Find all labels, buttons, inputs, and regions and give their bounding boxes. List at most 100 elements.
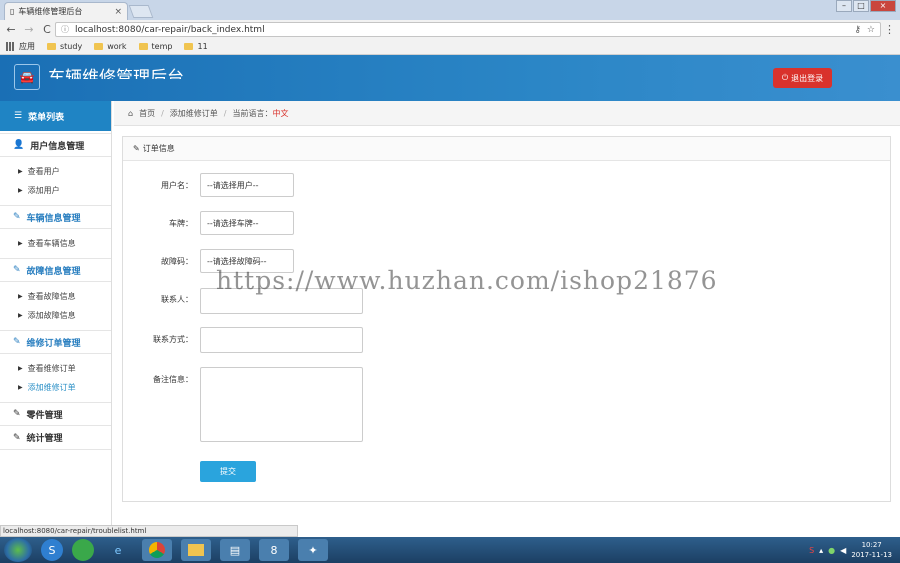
bookmark-apps[interactable]: 应用	[6, 41, 35, 52]
close-icon[interactable]: ×	[114, 7, 122, 17]
sidebar-item-view-orders[interactable]: ▶ 查看维修订单	[0, 359, 111, 378]
url-text: localhost:8080/car-repair/back_index.htm…	[75, 24, 265, 35]
plate-select[interactable]: --请选择车牌--	[200, 211, 294, 235]
maximize-icon[interactable]: □	[853, 0, 869, 12]
username-label: 用户名：	[161, 181, 193, 190]
page-icon: ▯	[10, 7, 15, 16]
input-method-icon[interactable]: S	[809, 546, 814, 555]
key-icon[interactable]: ⚷	[854, 25, 861, 35]
system-tray: S ▴ ● ◀ 10:27 2017-11-13	[809, 540, 900, 560]
edit-icon: ✎	[13, 212, 21, 222]
edit-icon: ✎	[133, 144, 140, 153]
edit-icon: ✎	[13, 409, 21, 419]
note-label: 备注信息：	[153, 375, 193, 384]
username-select[interactable]: --请选择用户--	[200, 173, 294, 197]
network-icon[interactable]: ✦	[298, 539, 328, 561]
info-icon[interactable]: ⓘ	[61, 24, 69, 35]
wechat-icon[interactable]: ●	[828, 546, 835, 555]
home-icon: ⌂	[128, 108, 134, 118]
speaker-icon[interactable]: ◀	[840, 546, 846, 555]
chrome-icon[interactable]	[142, 539, 172, 561]
sidebar-group-users[interactable]: 👤 用户信息管理	[0, 133, 111, 157]
contact-label: 联系人：	[161, 295, 193, 304]
car-icon: 🚘	[14, 64, 40, 90]
phone-input[interactable]	[200, 327, 363, 353]
browser-tab-bar: ▯ 车辆维修管理后台 × – □ ×	[0, 0, 900, 20]
bookmark-11[interactable]: 11	[184, 42, 208, 51]
folder-icon	[138, 43, 148, 50]
minimize-icon[interactable]: –	[836, 0, 852, 12]
sidebar-item-view-vehicles[interactable]: ▶ 查看车辆信息	[0, 234, 111, 253]
caret-right-icon: ▶	[18, 384, 23, 391]
caret-right-icon: ▶	[18, 240, 23, 247]
breadcrumb-home[interactable]: 首页	[139, 108, 155, 119]
caret-right-icon: ▶	[18, 187, 23, 194]
window-close-icon[interactable]: ×	[870, 0, 896, 12]
list-icon: ☰	[14, 111, 23, 121]
menu-icon[interactable]: ⋮	[884, 23, 895, 36]
folder-icon	[47, 43, 56, 50]
plate-label: 车牌：	[169, 219, 193, 228]
explorer-icon[interactable]	[181, 539, 211, 561]
sidebar-group-vehicles[interactable]: ✎ 车辆信息管理	[0, 205, 111, 229]
language-label: 当前语言：	[232, 108, 273, 118]
taskbar: S e ▤ 8 ✦ S ▴ ● ◀ 10:27 2017-11-13	[0, 537, 900, 563]
clock[interactable]: 10:27 2017-11-13	[851, 540, 892, 560]
sogou-icon[interactable]: S	[41, 539, 63, 561]
folder-icon	[94, 43, 104, 50]
sidebar-group-stats[interactable]: ✎ 统计管理	[0, 426, 111, 450]
watermark: https://www.huzhan.com/ishop21876	[216, 266, 718, 295]
app-title: 车辆维修管理后台	[48, 68, 184, 79]
caret-right-icon: ▶	[18, 168, 23, 175]
sidebar-heading: ☰ 菜单列表	[0, 101, 111, 131]
edit-icon: ✎	[13, 432, 21, 443]
fault-code-label: 故障码：	[161, 257, 193, 266]
sidebar-item-add-order[interactable]: ▶ 添加维修订单	[0, 378, 111, 397]
caret-right-icon: ▶	[18, 312, 23, 319]
bookmark-work[interactable]: work	[94, 42, 127, 51]
eclipse-icon[interactable]: 8	[259, 539, 289, 561]
sidebar-item-view-faults[interactable]: ▶ 查看故障信息	[0, 287, 111, 306]
sidebar-item-view-users[interactable]: ▶ 查看用户	[0, 162, 111, 181]
terminal-icon[interactable]: ▤	[220, 539, 250, 561]
tab-title: 车辆维修管理后台	[18, 7, 83, 16]
back-icon[interactable]: ←	[6, 23, 16, 36]
phone-label: 联系方式：	[153, 335, 193, 344]
note-textarea[interactable]	[200, 367, 363, 442]
sidebar: ☰ 菜单列表 👤 用户信息管理 ▶ 查看用户 ▶ 添加用户 ✎ 车辆信息管理 ▶…	[0, 101, 112, 535]
address-toolbar: ← → C ⓘ localhost:8080/car-repair/back_i…	[0, 20, 900, 39]
url-input[interactable]: ⓘ localhost:8080/car-repair/back_index.h…	[55, 22, 881, 37]
reload-icon[interactable]: C	[42, 23, 52, 36]
forward-icon[interactable]: →	[24, 23, 34, 36]
user-icon: 👤	[13, 140, 25, 150]
sidebar-item-add-fault[interactable]: ▶ 添加故障信息	[0, 306, 111, 325]
browser-tab[interactable]: ▯ 车辆维修管理后台 ×	[4, 2, 128, 20]
bookmarks-bar: 应用 study work temp 11	[0, 39, 900, 55]
window-controls: – □ ×	[835, 0, 896, 12]
language-value[interactable]: 中文	[272, 108, 288, 119]
sidebar-group-parts[interactable]: ✎ 零件管理	[0, 402, 111, 426]
power-icon: ⏻	[781, 73, 789, 82]
caret-right-icon: ▶	[18, 293, 23, 300]
submit-button[interactable]: 提交	[200, 461, 256, 482]
bookmark-temp[interactable]: temp	[138, 42, 172, 51]
bookmark-study[interactable]: study	[47, 42, 82, 51]
sidebar-group-faults[interactable]: ✎ 故障信息管理	[0, 258, 111, 282]
sidebar-item-add-user[interactable]: ▶ 添加用户	[0, 181, 111, 200]
edit-icon: ✎	[13, 265, 21, 275]
start-button[interactable]	[4, 538, 32, 562]
apps-icon	[6, 42, 15, 51]
edit-icon: ✎	[13, 337, 21, 347]
caret-right-icon: ▶	[18, 365, 23, 372]
app-icon[interactable]	[72, 539, 94, 561]
logout-button[interactable]: ⏻ 退出登录	[773, 68, 832, 88]
new-tab-button[interactable]	[128, 5, 154, 18]
breadcrumb: ⌂ 首页 / 添加维修订单 / 当前语言： 中文	[114, 101, 900, 126]
ie-icon[interactable]: e	[103, 539, 133, 561]
status-url: localhost:8080/car-repair/troublelist.ht…	[0, 525, 298, 537]
tray-arrow-icon[interactable]: ▴	[819, 546, 823, 555]
breadcrumb-current: 添加维修订单	[169, 108, 218, 118]
sidebar-group-orders[interactable]: ✎ 维修订单管理	[0, 330, 111, 354]
folder-icon	[184, 43, 194, 50]
star-icon[interactable]: ☆	[867, 25, 875, 35]
